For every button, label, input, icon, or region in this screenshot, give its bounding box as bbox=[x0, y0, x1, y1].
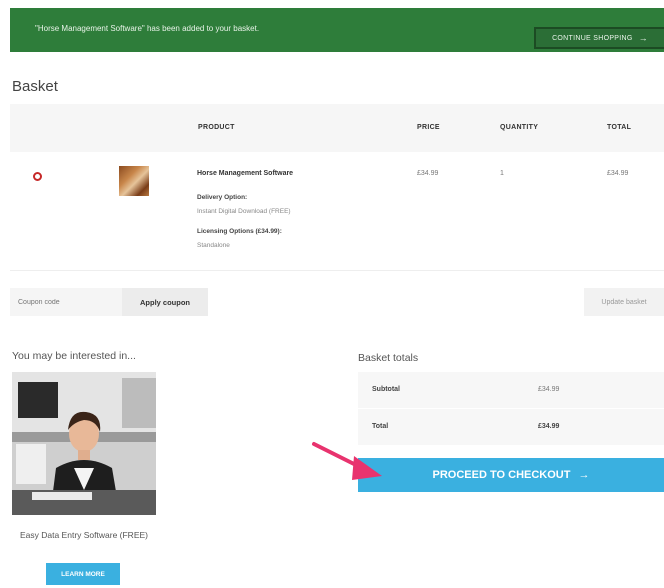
cross-sell-product-name[interactable]: Easy Data Entry Software (FREE) bbox=[12, 530, 156, 541]
product-image[interactable] bbox=[12, 372, 156, 515]
licensing-option-value: Standalone bbox=[197, 242, 230, 249]
delivery-option-value: Instant Digital Download (FREE) bbox=[197, 208, 291, 215]
page-title: Basket bbox=[12, 78, 58, 95]
arrow-right-icon: → bbox=[638, 33, 648, 43]
licensing-option-label: Licensing Options (£34.99): bbox=[197, 228, 282, 235]
total-label: Total bbox=[372, 423, 389, 430]
office-worker-illustration bbox=[12, 372, 156, 515]
header-total: TOTAL bbox=[607, 124, 632, 131]
update-basket-button[interactable]: Update basket bbox=[584, 288, 664, 316]
table-row: Horse Management Software Delivery Optio… bbox=[10, 152, 664, 271]
header-product: PRODUCT bbox=[198, 124, 235, 131]
remove-item-icon[interactable] bbox=[33, 172, 42, 181]
notice-message: "Horse Management Software" has been add… bbox=[35, 24, 260, 33]
subtotal-row: Subtotal £34.99 bbox=[358, 372, 664, 408]
item-price: £34.99 bbox=[417, 170, 439, 177]
checkout-label: PROCEED TO CHECKOUT bbox=[432, 469, 571, 481]
delivery-option-label: Delivery Option: bbox=[197, 194, 248, 201]
coupon-code-input[interactable] bbox=[10, 288, 122, 316]
subtotal-label: Subtotal bbox=[372, 386, 400, 393]
proceed-to-checkout-button[interactable]: PROCEED TO CHECKOUT → bbox=[358, 458, 664, 492]
basket-totals-title: Basket totals bbox=[358, 352, 419, 364]
cross-sells-title: You may be interested in... bbox=[12, 350, 136, 362]
item-total: £34.99 bbox=[607, 170, 629, 177]
subtotal-value: £34.99 bbox=[538, 386, 560, 393]
continue-shopping-button[interactable]: CONTINUE SHOPPING → bbox=[534, 27, 664, 49]
total-value: £34.99 bbox=[538, 423, 560, 430]
product-thumbnail[interactable] bbox=[119, 166, 149, 196]
learn-more-button[interactable]: LEARN MORE bbox=[46, 563, 120, 585]
continue-shopping-label: CONTINUE SHOPPING bbox=[552, 34, 633, 42]
basket-table-header: PRODUCT PRICE QUANTITY TOTAL bbox=[10, 104, 664, 152]
header-quantity: QUANTITY bbox=[500, 124, 539, 131]
annotation-arrow-icon bbox=[312, 442, 382, 480]
added-to-basket-notice: "Horse Management Software" has been add… bbox=[10, 8, 664, 52]
arrow-right-icon: → bbox=[578, 469, 590, 481]
product-name[interactable]: Horse Management Software bbox=[197, 170, 293, 177]
apply-coupon-button[interactable]: Apply coupon bbox=[122, 288, 208, 316]
item-quantity[interactable]: 1 bbox=[500, 170, 504, 177]
header-price: PRICE bbox=[417, 124, 440, 131]
total-row: Total £34.99 bbox=[358, 409, 664, 445]
